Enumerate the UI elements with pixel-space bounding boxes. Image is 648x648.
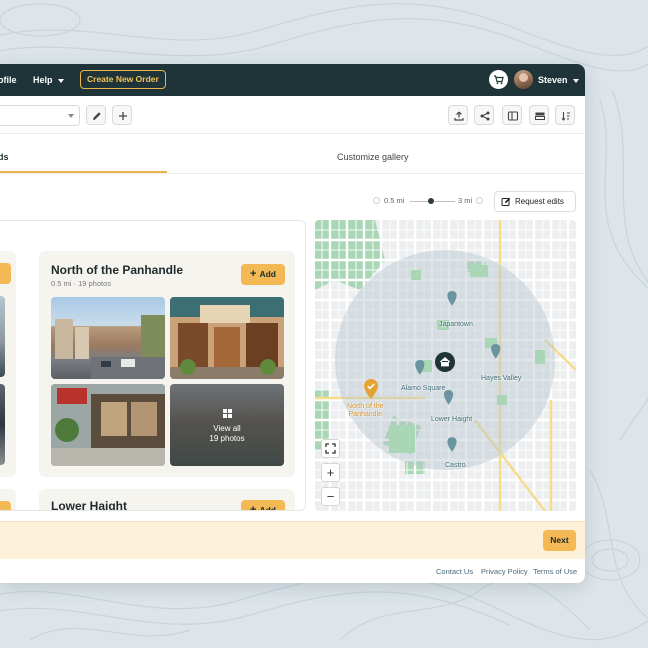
cart-icon	[494, 75, 504, 85]
slider-handle[interactable]	[428, 198, 434, 204]
add-label: Add	[259, 269, 276, 279]
tab-neighborhoods[interactable]: ds	[0, 134, 9, 174]
neighborhood-card-nopa: North of the Panhandle 0.5 mi · 19 photo…	[39, 251, 295, 477]
radius-max-label: 3 mi	[458, 196, 473, 205]
map-label-japantown[interactable]: Japantown	[439, 321, 473, 328]
request-edits-label: Request edits	[515, 197, 564, 206]
layout-rows-icon	[535, 112, 545, 120]
map-label-nopa-line2: Panhandle	[348, 411, 383, 418]
rows-layout-button[interactable]	[529, 105, 549, 125]
chevron-down-icon	[572, 78, 579, 83]
tab-customize-gallery[interactable]: Customize gallery	[337, 134, 409, 174]
listing-select[interactable]	[0, 105, 80, 126]
upload-icon	[454, 111, 464, 121]
map[interactable]: Japantown Hayes Valley Alamo Square Nort…	[315, 220, 576, 511]
neighborhood-card	[0, 489, 16, 510]
fullscreen-button[interactable]	[321, 439, 340, 458]
plus-icon	[119, 112, 127, 120]
create-new-order-button[interactable]: Create New Order	[80, 70, 166, 89]
sidebar-layout-button[interactable]	[502, 105, 522, 125]
cart-button[interactable]	[489, 70, 508, 89]
next-button[interactable]: Next	[543, 530, 576, 551]
share-icon	[480, 111, 490, 121]
view-all-count: 19 photos	[209, 434, 245, 443]
radius-slider[interactable]: 0.5 mi 3 mi	[370, 191, 490, 211]
share-button[interactable]	[474, 105, 494, 125]
nav-profile[interactable]: ofile	[0, 64, 17, 96]
street-scene-image	[55, 315, 165, 379]
photo[interactable]	[0, 384, 5, 465]
nav-help[interactable]: Help	[33, 64, 64, 96]
zoom-in-button[interactable]: +	[321, 463, 340, 482]
footer-contact-link[interactable]: Contact Us	[436, 567, 473, 576]
add-label: Add	[259, 505, 276, 511]
photo[interactable]	[170, 297, 284, 379]
plus-icon: +	[250, 504, 257, 511]
photo[interactable]	[51, 297, 165, 379]
sort-icon	[561, 112, 570, 121]
radius-min-label: 0.5 mi	[384, 196, 405, 205]
neighborhood-meta: 0.5 mi · 19 photos	[51, 279, 112, 288]
radius-max-dot[interactable]	[476, 197, 483, 204]
chevron-down-icon	[57, 78, 64, 83]
view-all-overlay: View all 19 photos	[170, 384, 284, 466]
user-name: Steven	[538, 75, 568, 85]
upload-button[interactable]	[448, 105, 468, 125]
neighborhood-card: Add	[0, 251, 16, 477]
footer-privacy-link[interactable]: Privacy Policy	[481, 567, 528, 576]
nav-help-label: Help	[33, 75, 53, 85]
edit-icon	[501, 197, 511, 206]
neighborhood-card-lower-haight: Lower Haight + Add	[39, 489, 295, 511]
view-all-label: View all	[213, 424, 241, 433]
neighborhood-list: Add North of the Panhandle 0.5 mi · 19 p…	[0, 220, 306, 511]
add-button[interactable]	[112, 105, 132, 125]
photo[interactable]	[0, 296, 5, 377]
neighborhood-name: North of the Panhandle	[51, 263, 183, 277]
zoom-out-button[interactable]: −	[321, 487, 340, 506]
view-all-photos[interactable]: View all 19 photos	[170, 384, 284, 466]
action-bar	[0, 521, 585, 559]
add-neighborhood-button[interactable]	[0, 501, 11, 510]
map-label-alamo-square[interactable]: Alamo Square	[401, 385, 445, 392]
tab-bar: ds Customize gallery	[0, 134, 585, 174]
footer-terms-link[interactable]: Terms of Use	[533, 567, 577, 576]
toolbar	[0, 96, 585, 134]
chevron-down-icon	[68, 114, 74, 118]
photo[interactable]	[51, 384, 165, 466]
map-label-nopa[interactable]: North of the Panhandle	[347, 403, 384, 419]
plus-icon: +	[250, 268, 257, 280]
map-label-lower-haight[interactable]: Lower Haight	[431, 416, 472, 423]
selected-pin-icon[interactable]	[363, 378, 379, 400]
map-label-hayes-valley[interactable]: Hayes Valley	[481, 375, 521, 382]
layout-sidebar-icon	[507, 111, 519, 121]
add-neighborhood-button[interactable]: + Add	[241, 264, 285, 285]
avatar[interactable]	[514, 70, 533, 89]
add-neighborhood-button[interactable]: + Add	[241, 500, 285, 511]
sort-button[interactable]	[555, 105, 575, 125]
home-icon[interactable]	[434, 351, 456, 373]
top-nav: ofile Help Create New Order Steven	[0, 64, 585, 96]
map-label-nopa-line1: North of the	[347, 403, 384, 410]
user-menu[interactable]: Steven	[538, 64, 579, 96]
neighborhood-name: Lower Haight	[51, 499, 128, 511]
grid-icon	[223, 409, 232, 418]
edit-button[interactable]	[86, 105, 106, 125]
radius-min-dot[interactable]	[373, 197, 380, 204]
active-tab-indicator	[0, 171, 167, 173]
app-window: ofile Help Create New Order Steven ds Cu…	[0, 64, 585, 583]
bbq-shop-image	[51, 384, 165, 466]
add-neighborhood-button[interactable]: Add	[0, 263, 11, 284]
map-label-castro[interactable]: Castro	[445, 462, 466, 469]
storefront-image	[170, 297, 284, 379]
pencil-icon	[93, 112, 101, 120]
fullscreen-icon	[325, 443, 336, 454]
request-edits-button[interactable]: Request edits	[494, 191, 576, 212]
